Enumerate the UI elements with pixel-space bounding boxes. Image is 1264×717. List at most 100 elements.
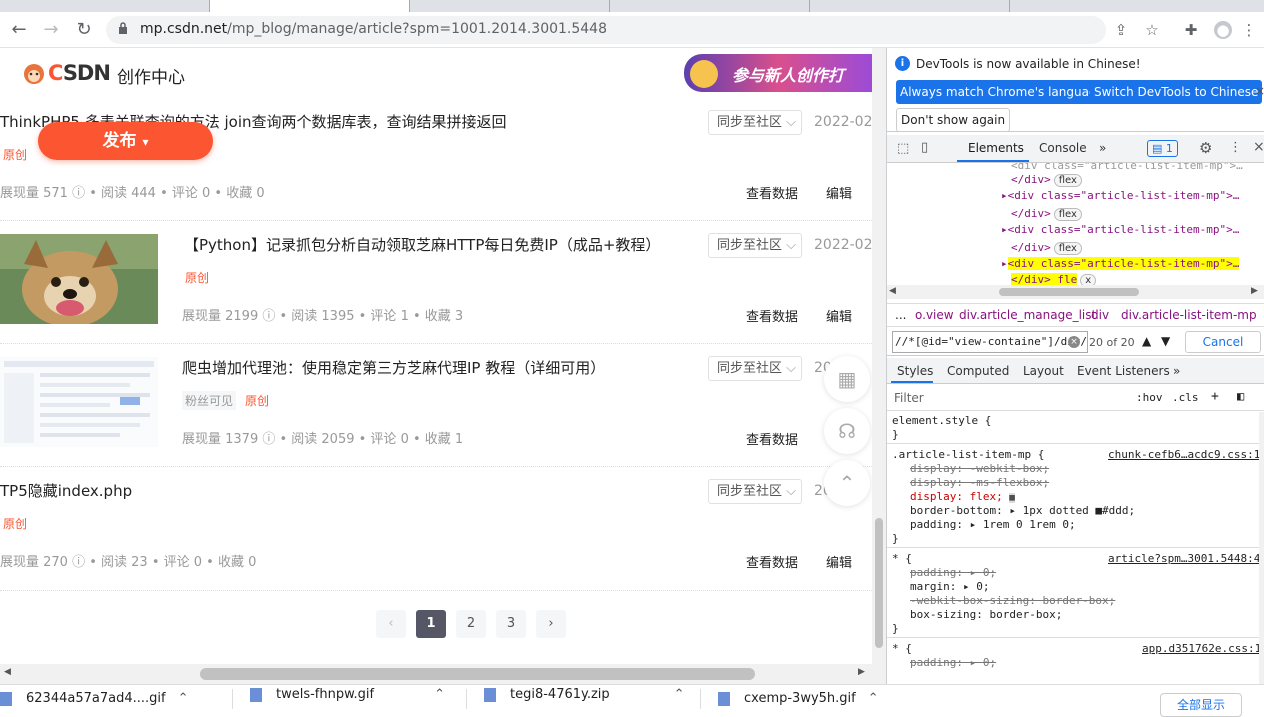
scroll-left-icon[interactable]: ◀ [889, 286, 896, 296]
dom-node[interactable]: ▸<div class="article-list-item-mp">… [1001, 223, 1239, 236]
flex-badge[interactable]: flex [1053, 174, 1082, 187]
close-devtools-icon[interactable]: × [1253, 139, 1264, 155]
close-badge-icon[interactable]: x [1080, 274, 1097, 285]
inspect-element-icon[interactable]: ⬚ [897, 141, 909, 156]
style-declaration[interactable]: display: -webkit-box; [910, 462, 1049, 475]
back-icon[interactable]: ← [9, 20, 29, 40]
tab-layout[interactable]: Layout [1023, 364, 1064, 378]
rule-source-link[interactable]: chunk-cefb6…acdc9.css:1 [1108, 448, 1259, 461]
style-declaration[interactable]: padding: ▸ 1rem 0 1rem 0; [910, 518, 1076, 531]
article-title[interactable]: TP5隐藏index.php [0, 480, 132, 501]
menu-icon[interactable]: ⋮ [1240, 21, 1258, 39]
browser-tab-active[interactable] [210, 0, 410, 12]
breadcrumb-item-current[interactable]: div.article-list-item-mp [1121, 308, 1257, 322]
issues-badge[interactable]: ▤ 1 [1147, 140, 1178, 157]
browser-tab[interactable] [0, 0, 210, 12]
edit-button[interactable]: 编辑 [826, 552, 852, 571]
hover-state-toggle[interactable]: :hov [1136, 391, 1163, 404]
extensions-icon[interactable]: ✚ [1182, 21, 1200, 39]
style-declaration[interactable]: display: -ms-flexbox; [910, 476, 1049, 489]
tab-styles[interactable]: Styles [897, 364, 933, 378]
browser-tab[interactable] [810, 0, 1010, 12]
tab-event-listeners[interactable]: Event Listeners [1077, 364, 1170, 378]
new-style-rule-icon[interactable]: + [1211, 389, 1219, 404]
flex-editor-icon[interactable]: ▦ [1009, 493, 1015, 503]
promo-banner[interactable]: 参与新人创作打 [684, 54, 872, 92]
article-thumbnail[interactable] [0, 357, 158, 447]
view-data-button[interactable]: 查看数据 [746, 183, 798, 202]
prev-page-button[interactable]: ‹ [376, 610, 406, 638]
view-data-button[interactable]: 查看数据 [746, 552, 798, 571]
share-icon[interactable]: ⇪ [1112, 21, 1130, 39]
rule-selector[interactable]: * { [892, 642, 912, 655]
breadcrumb-item[interactable]: div.article_manage_list [959, 308, 1096, 322]
qrcode-icon[interactable]: ▦ [824, 356, 870, 402]
breadcrumb-more[interactable]: ... [895, 308, 906, 322]
kebab-menu-icon[interactable]: ⋮ [1229, 140, 1242, 155]
article-title[interactable]: 【Python】记录抓包分析自动领取芝麻HTTP每日免费IP（成品+教程） [184, 234, 660, 255]
settings-gear-icon[interactable]: ⚙ [1199, 139, 1212, 157]
style-declaration[interactable]: box-sizing: border-box; [910, 608, 1062, 621]
style-declaration[interactable]: padding: ▸ 0; [910, 656, 996, 669]
style-declaration[interactable]: border-bottom: ▸ 1px dotted ■#ddd; [910, 504, 1135, 517]
tab-console[interactable]: Console [1039, 141, 1087, 155]
view-data-button[interactable]: 查看数据 [746, 429, 798, 448]
back-to-top-icon[interactable]: ⌃ [824, 460, 870, 506]
device-toolbar-icon[interactable]: ▯ [921, 140, 928, 155]
rule-source-link[interactable]: app.d351762e.css:1 [1142, 642, 1259, 655]
download-item[interactable]: 62344a57a7ad4....gif ⌃ [0, 691, 188, 706]
article-title[interactable]: 爬虫增加代理池：使用稳定第三方芝麻代理IP 教程（详细可用） [182, 357, 605, 378]
sync-community-select[interactable]: 同步至社区 ⌵ [708, 479, 802, 504]
page-vertical-scrollbar[interactable] [872, 48, 886, 684]
view-data-button[interactable]: 查看数据 [746, 306, 798, 325]
style-declaration[interactable]: margin: ▸ 0; [910, 580, 989, 593]
publish-button[interactable]: 发布 ▾ [38, 122, 213, 160]
page-3-button[interactable]: 3 [496, 610, 526, 638]
sync-community-select[interactable]: 同步至社区 ⌵ [708, 110, 802, 135]
cancel-search-button[interactable]: Cancel [1185, 331, 1261, 353]
flex-badge[interactable]: flex [1053, 208, 1082, 221]
reload-icon[interactable]: ↻ [74, 20, 94, 40]
breadcrumb-item[interactable]: o.view [915, 308, 954, 322]
dom-node[interactable]: ▸<div class="article-list-item-mp">… [1001, 189, 1239, 202]
chevron-up-icon[interactable]: ⌃ [178, 691, 189, 706]
rule-selector[interactable]: .article-list-item-mp { [892, 448, 1044, 461]
switch-chinese-button[interactable]: Switch DevTools to Chinese [1090, 80, 1263, 104]
styles-filter-input[interactable]: Filter [894, 391, 924, 405]
sync-community-select[interactable]: 同步至社区 ⌵ [708, 356, 802, 381]
scroll-left-icon[interactable]: ◀ [4, 667, 11, 677]
dom-node-close[interactable]: </div> flex [1011, 207, 1082, 221]
chevron-up-icon[interactable]: ⌃ [434, 687, 445, 702]
customer-service-icon[interactable]: ☊ [824, 408, 870, 454]
close-icon[interactable]: × [1255, 84, 1264, 98]
clear-search-icon[interactable]: × [1068, 336, 1080, 348]
dont-show-again-button[interactable]: Don't show again [896, 108, 1011, 132]
page-1-button[interactable]: 1 [416, 610, 446, 638]
rule-source-link[interactable]: article?spm…3001.5448:4 [1108, 552, 1259, 565]
edit-button[interactable]: 编辑 [826, 306, 852, 325]
sync-community-select[interactable]: 同步至社区 ⌵ [708, 233, 802, 258]
style-declaration[interactable]: padding: ▸ 0; [910, 566, 996, 579]
page-2-button[interactable]: 2 [456, 610, 486, 638]
class-toggle[interactable]: .cls [1172, 391, 1199, 404]
toggle-sidebar-icon[interactable]: ◧ [1237, 389, 1244, 403]
style-declaration[interactable]: -webkit-box-sizing: border-box; [910, 594, 1115, 607]
download-item[interactable]: twels-fhnpw.gif ⌃ [250, 687, 445, 702]
bookmark-star-icon[interactable]: ☆ [1143, 21, 1161, 39]
csdn-logo[interactable]: CSDN [22, 60, 111, 86]
rule-selector[interactable]: * { [892, 552, 912, 565]
show-all-downloads-button[interactable]: 全部显示 [1160, 693, 1242, 717]
chevron-up-icon[interactable]: ⌃ [868, 691, 879, 706]
flex-badge[interactable]: flex [1053, 242, 1082, 255]
tab-elements[interactable]: Elements [968, 141, 1024, 155]
element-style-rule[interactable]: element.style { [892, 414, 991, 427]
download-item[interactable]: tegi8-4761y.zip ⌃ [484, 687, 685, 702]
dom-node-partial[interactable]: <div class="article-list-item-mp">… [1011, 163, 1243, 172]
scroll-right-icon[interactable]: ▶ [1251, 286, 1258, 296]
dom-node-close[interactable]: </div> flex [1011, 241, 1082, 255]
dom-node-close[interactable]: </div> fle x [1011, 273, 1097, 285]
url-input[interactable]: mp.csdn.net/mp_blog/manage/article?spm=1… [106, 16, 1106, 44]
scroll-right-icon[interactable]: ▶ [858, 667, 865, 677]
next-match-icon[interactable]: ▼ [1161, 334, 1170, 348]
xpath-search-input[interactable]: //*[@id="view-containe"]/div/di [892, 331, 1088, 353]
